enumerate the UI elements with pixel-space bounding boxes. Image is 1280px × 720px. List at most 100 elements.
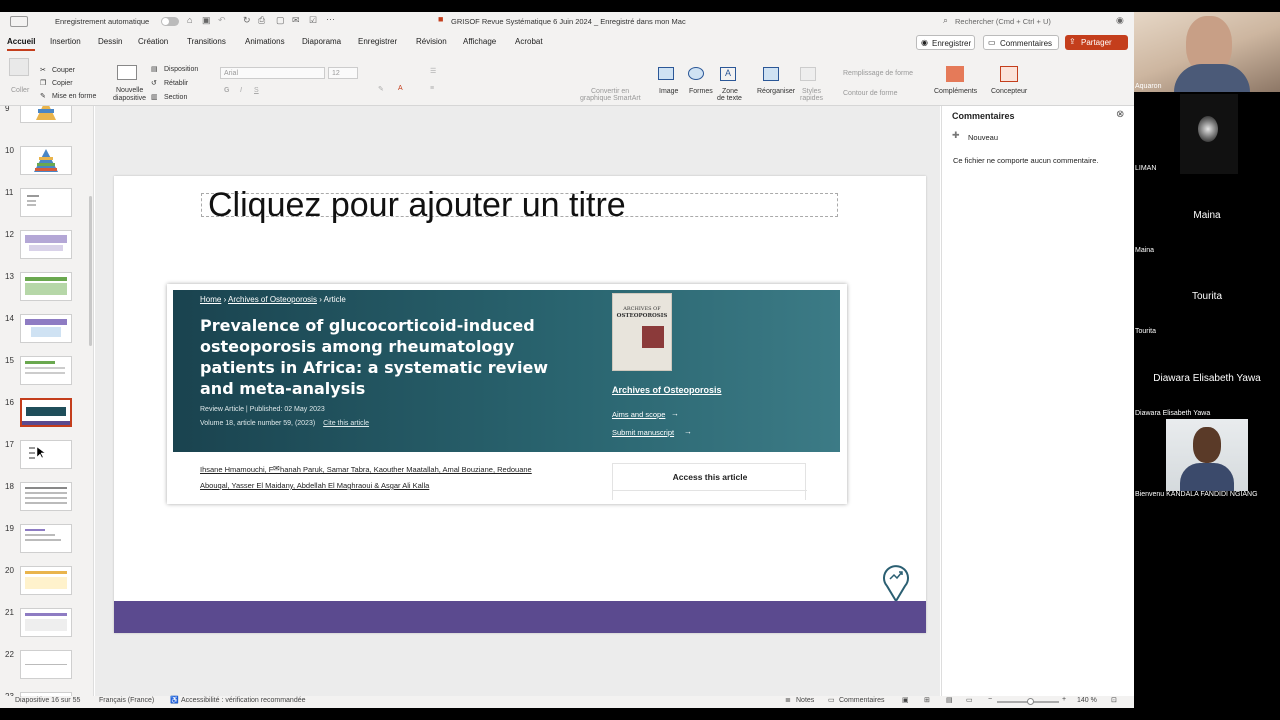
notes-button[interactable]: Notes <box>796 697 814 704</box>
slide-thumbnail[interactable] <box>20 440 72 469</box>
addins-button[interactable]: Compléments <box>934 88 977 95</box>
undo-icon[interactable]: ↶ <box>218 15 226 26</box>
home-icon[interactable]: ⌂ <box>187 15 192 25</box>
more-icon[interactable]: ⋯ <box>326 14 335 25</box>
zoom-out-icon[interactable]: − <box>988 696 992 703</box>
submit-link[interactable]: Submit manuscript <box>612 428 674 437</box>
tab-revision[interactable]: Révision <box>416 37 447 46</box>
record-button[interactable]: ◉ Enregistrer <box>916 35 975 50</box>
bullets-icon[interactable]: ☰ <box>430 67 436 75</box>
textbox-label-1[interactable]: Zone <box>722 88 738 95</box>
authors-line-2[interactable]: Abouqal, Yasser El Maidany, Abdellah El … <box>200 481 429 490</box>
tab-diaporama[interactable]: Diaporama <box>302 37 341 46</box>
bold-icon[interactable]: G <box>224 87 229 94</box>
tab-affichage[interactable]: Affichage <box>463 37 496 46</box>
zoom-in-icon[interactable]: + <box>1062 696 1066 703</box>
participant-video[interactable] <box>1180 94 1238 174</box>
designer-button[interactable]: Concepteur <box>991 88 1027 95</box>
check-icon[interactable]: ☑ <box>309 15 317 26</box>
textbox-label-2[interactable]: de texte <box>717 95 742 102</box>
new-comment-button[interactable]: Nouveau <box>968 133 998 142</box>
quick-styles-label-1[interactable]: Styles <box>802 88 821 95</box>
copy-button[interactable]: Copier <box>52 80 73 87</box>
slide-thumbnail[interactable] <box>20 608 72 637</box>
image-button[interactable]: Image <box>659 88 678 95</box>
slide-thumbnail[interactable] <box>20 524 72 553</box>
tab-accueil[interactable]: Accueil <box>7 37 36 51</box>
new-slide-label-1[interactable]: Nouvelle <box>116 87 143 94</box>
language-status[interactable]: Français (France) <box>99 697 154 704</box>
highlight-icon[interactable]: ✎ <box>378 85 384 93</box>
layout-button[interactable]: Disposition <box>164 66 198 73</box>
shapes-icon[interactable] <box>688 67 704 80</box>
normal-view-icon[interactable]: ▣ <box>902 696 909 704</box>
breadcrumb-journal[interactable]: Archives of Osteoporosis <box>228 295 317 304</box>
smartart-label-2[interactable]: graphique SmartArt <box>580 95 641 102</box>
slide-thumbnail-selected[interactable] <box>20 398 72 427</box>
shapes-button[interactable]: Formes <box>689 88 713 95</box>
tab-transitions[interactable]: Transitions <box>187 37 226 46</box>
redo-icon[interactable]: ↻ <box>243 15 251 26</box>
save-icon[interactable]: ▣ <box>202 15 211 26</box>
slide-thumbnail[interactable] <box>20 566 72 595</box>
align-left-icon[interactable]: ≡ <box>430 85 434 92</box>
zoom-slider[interactable] <box>997 698 1059 705</box>
zoom-slider-thumb[interactable] <box>1027 698 1034 705</box>
document-title[interactable]: GRISOF Revue Systématique 6 Juin 2024 _ … <box>451 17 686 26</box>
thumbnails-scrollbar[interactable] <box>89 196 92 346</box>
accessibility-status[interactable]: Accessibilité : vérification recommandée <box>181 697 306 704</box>
slide-thumbnail[interactable] <box>20 272 72 301</box>
tab-acrobat[interactable]: Acrobat <box>515 37 543 46</box>
paste-label[interactable]: Coller <box>11 87 29 94</box>
search-input[interactable]: Rechercher (Cmd + Ctrl + U) <box>955 17 1051 26</box>
underline-icon[interactable]: S <box>254 87 259 94</box>
zoom-level[interactable]: 140 % <box>1077 697 1097 704</box>
arrange-button[interactable]: Réorganiser <box>757 88 795 95</box>
comments-button[interactable]: ▭ Commentaires <box>983 35 1059 50</box>
italic-icon[interactable]: I <box>240 87 242 94</box>
tab-creation[interactable]: Création <box>138 37 168 46</box>
tab-insertion[interactable]: Insertion <box>50 37 81 46</box>
cut-button[interactable]: Couper <box>52 67 75 74</box>
slide[interactable]: Cliquez pour ajouter un titre Home › Arc… <box>114 176 926 633</box>
comments-status-button[interactable]: Commentaires <box>839 697 885 704</box>
quick-styles-icon[interactable] <box>800 67 816 81</box>
new-slide-label-2[interactable]: diapositive <box>113 95 146 102</box>
tab-dessin[interactable]: Dessin <box>98 37 122 46</box>
slideshow-icon[interactable]: ▭ <box>966 696 973 704</box>
cite-link[interactable]: Cite this article <box>323 420 369 427</box>
file-icon[interactable]: ▢ <box>276 15 285 26</box>
access-box[interactable]: Access this article <box>612 463 807 500</box>
format-painter-button[interactable]: Mise en forme <box>52 93 96 100</box>
font-name-select[interactable]: Arial <box>220 67 325 79</box>
close-icon[interactable]: ⊗ <box>1116 109 1124 120</box>
slide-thumbnail[interactable] <box>20 356 72 385</box>
tab-enregistrer[interactable]: Enregistrer <box>358 37 397 46</box>
quick-styles-label-2[interactable]: rapides <box>800 95 823 102</box>
aims-link[interactable]: Aims and scope <box>612 410 665 419</box>
article-screenshot[interactable]: Home › Archives of Osteoporosis › Articl… <box>167 284 847 504</box>
slide-sorter-icon[interactable]: ⊞ <box>924 696 930 704</box>
journal-link[interactable]: Archives of Osteoporosis <box>612 385 722 395</box>
shape-outline-button[interactable]: Contour de forme <box>843 90 897 97</box>
participant-video[interactable] <box>1134 12 1280 92</box>
textbox-icon[interactable]: A <box>720 67 736 81</box>
font-size-select[interactable]: 12 <box>328 67 358 79</box>
account-icon[interactable]: ◉ <box>1116 15 1124 26</box>
autosave-toggle[interactable] <box>161 17 179 26</box>
slide-thumbnail[interactable] <box>20 188 72 217</box>
shape-fill-button[interactable]: Remplissage de forme <box>843 70 913 77</box>
addins-icon[interactable] <box>946 66 964 82</box>
participant-video[interactable] <box>1166 419 1248 491</box>
section-button[interactable]: Section <box>164 94 187 101</box>
journal-cover[interactable]: ARCHIVES OF OSTEOPOROSIS <box>612 293 672 371</box>
share-button[interactable]: ⇪ Partager <box>1065 35 1128 50</box>
authors-line-1[interactable]: Ihsane Hmamouchi, Farhanah Paruk, Samar … <box>200 465 532 474</box>
smartart-label-1[interactable]: Convertir en <box>591 88 629 95</box>
tab-animations[interactable]: Animations <box>245 37 285 46</box>
reset-button[interactable]: Rétablir <box>164 80 188 87</box>
print-icon[interactable]: ⎙ <box>258 15 265 26</box>
paste-icon[interactable] <box>9 58 29 76</box>
font-color-icon[interactable]: A <box>398 85 403 92</box>
image-icon[interactable] <box>658 67 674 80</box>
